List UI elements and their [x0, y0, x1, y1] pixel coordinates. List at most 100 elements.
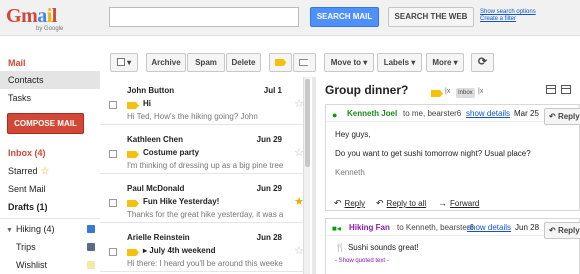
spam-button[interactable]: Spam [187, 53, 225, 72]
message-checkbox[interactable] [109, 248, 117, 256]
create-filter-link[interactable]: Create a filter [480, 16, 536, 23]
delete-button[interactable]: Delete [226, 53, 261, 72]
search-web-button[interactable]: SEARCH THE WEB [388, 7, 474, 27]
label-color-swatch[interactable] [87, 261, 95, 269]
label-color-swatch[interactable] [87, 225, 95, 233]
search-mail-button[interactable]: SEARCH MAIL [310, 7, 379, 27]
nav-mail[interactable]: Mail [0, 54, 100, 72]
important-tag-icon[interactable] [127, 200, 139, 207]
important-tag-icon[interactable] [127, 102, 139, 109]
reply-label: Reply [557, 112, 580, 121]
mark-important-button[interactable] [269, 53, 292, 72]
message-date: Jun 28 [515, 223, 540, 232]
label-color-swatch[interactable] [87, 243, 95, 251]
message-subject: Hi [143, 99, 151, 108]
reply-button[interactable]: ↶ Reply [544, 222, 580, 239]
important-tag-icon[interactable] [127, 151, 139, 158]
logo-subtitle: by Google [36, 26, 64, 32]
nav-inbox[interactable]: Inbox (4) [0, 144, 100, 162]
compose-mail-button[interactable]: COMPOSE MAIL [7, 113, 84, 134]
gmail-logo[interactable]: Gmail by Google [6, 4, 70, 32]
show-details-link[interactable]: show details [467, 223, 511, 232]
message-list-scrollbar[interactable] [303, 77, 310, 274]
message-body-line: 🍴 Sushi sounds great! [335, 243, 419, 252]
refresh-button[interactable]: ⟳ [471, 53, 494, 72]
message-sender: John Button [127, 86, 175, 95]
message-sender: Arielle Reinstein [127, 233, 190, 242]
message-checkbox[interactable] [109, 199, 117, 207]
reply-to-all-link[interactable]: ↶ Reply to all [376, 198, 426, 209]
nav-divider [0, 218, 100, 219]
pane-divider[interactable] [312, 77, 316, 274]
list-item[interactable]: Kathleen Chen Jun 29 Costume party I'm t… [100, 126, 310, 174]
message-snippet: I'm thinking of dressing up as a big pin… [127, 161, 284, 170]
show-quoted-text-link[interactable]: - Show quoted text - [335, 258, 389, 264]
archive-button[interactable]: Archive [146, 53, 186, 72]
nav-tasks[interactable]: Tasks [0, 89, 100, 107]
list-item[interactable]: John Button Jul 1 Hi Hi Ted, How's the h… [100, 77, 310, 125]
mark-not-important-button[interactable] [293, 53, 316, 72]
message-sender[interactable]: Kenneth Joel [347, 109, 397, 118]
left-nav: Mail Contacts Tasks COMPOSE MAIL Inbox (… [0, 52, 100, 274]
message-recipients: to Kenneth, bearster6 [397, 223, 474, 232]
message-subject: ▸ July 4th weekend [143, 246, 216, 255]
show-search-options-link[interactable]: Show search options [480, 9, 536, 16]
triangle-down-icon[interactable]: ▼ [6, 227, 13, 234]
important-tag-icon[interactable] [431, 90, 443, 97]
list-item[interactable]: Paul McDonald Jun 29 Fun Hike Yesterday!… [100, 175, 310, 223]
message-signature: Kenneth [335, 168, 365, 177]
reply-link[interactable]: ↶ Reply [334, 198, 365, 209]
message-snippet: Thanks for the great hike yesterday, it … [127, 210, 284, 219]
label-name: Hiking (4) [15, 224, 55, 234]
nav-sent-mail[interactable]: Sent Mail [0, 180, 100, 198]
message-body-line: Hey guys, [335, 130, 371, 139]
logo-letter: G [6, 5, 22, 27]
message-date: Jun 29 [256, 184, 282, 193]
important-tag-icon [274, 59, 287, 66]
nav-label-wishlist[interactable]: Wishlist [0, 256, 100, 274]
message-sender[interactable]: Hiking Fan [349, 223, 390, 232]
message-checkbox[interactable] [109, 150, 117, 158]
checkbox-icon [116, 58, 125, 66]
message-date: Jun 29 [256, 135, 282, 144]
list-item[interactable]: Arielle Reinstein Jun 28 ▸ July 4th week… [100, 224, 310, 272]
label-chip-inbox: Inbox [456, 88, 475, 98]
message-list: John Button Jul 1 Hi Hi Ted, How's the h… [100, 77, 310, 274]
forward-link[interactable]: → Forward [438, 198, 479, 208]
new-window-icon[interactable] [546, 85, 556, 94]
select-checkbox-dropdown[interactable]: ▾ [110, 53, 138, 72]
nav-drafts[interactable]: Drafts (1) [0, 198, 100, 216]
label-name: Trips [16, 242, 36, 252]
message-snippet: Hi there: I heard you'll be around this … [127, 259, 283, 268]
print-icon[interactable] [561, 85, 571, 94]
nav-contacts[interactable]: Contacts [0, 71, 100, 89]
reply-arrow-icon: ↶ [549, 112, 556, 121]
show-details-link[interactable]: show details [466, 109, 510, 118]
close-icon[interactable]: |x [445, 88, 450, 95]
search-input[interactable] [109, 7, 299, 27]
more-button[interactable]: More ▾ [426, 53, 464, 72]
utensils-icon: 🍴 [335, 243, 345, 252]
move-to-button[interactable]: Move to ▾ [324, 53, 374, 72]
labels-button[interactable]: Labels ▾ [377, 53, 422, 72]
message-subject: Fun Hike Yesterday! [143, 197, 220, 206]
label-name: Wishlist [16, 260, 47, 270]
thread-message: ● Kenneth Joel to me, bearster6 show det… [325, 104, 580, 211]
nav-label-hiking[interactable]: ▼ Hiking (4) [0, 220, 100, 238]
message-date: Mar 25 [514, 109, 539, 118]
nav-starred-label: Starred [8, 166, 38, 176]
close-icon[interactable]: |x [478, 88, 483, 95]
message-snippet: Hi Ted, How's the hiking going? John [127, 112, 258, 121]
important-tag-icon[interactable] [127, 249, 139, 256]
close-label: x [479, 88, 484, 95]
logo-letter: l [51, 5, 58, 27]
nav-label-trips[interactable]: Trips [0, 238, 100, 256]
message-sender: Paul McDonald [127, 184, 185, 193]
chevron-down-icon: ▾ [127, 58, 132, 67]
reply-button[interactable]: ↶ Reply [544, 108, 580, 125]
message-date: Jun 28 [256, 233, 282, 242]
nav-starred[interactable]: Starred ☆ [0, 162, 100, 180]
message-checkbox[interactable] [109, 101, 117, 109]
scrollbar-thumb[interactable] [305, 79, 310, 167]
reply-label: Reply [557, 226, 580, 235]
